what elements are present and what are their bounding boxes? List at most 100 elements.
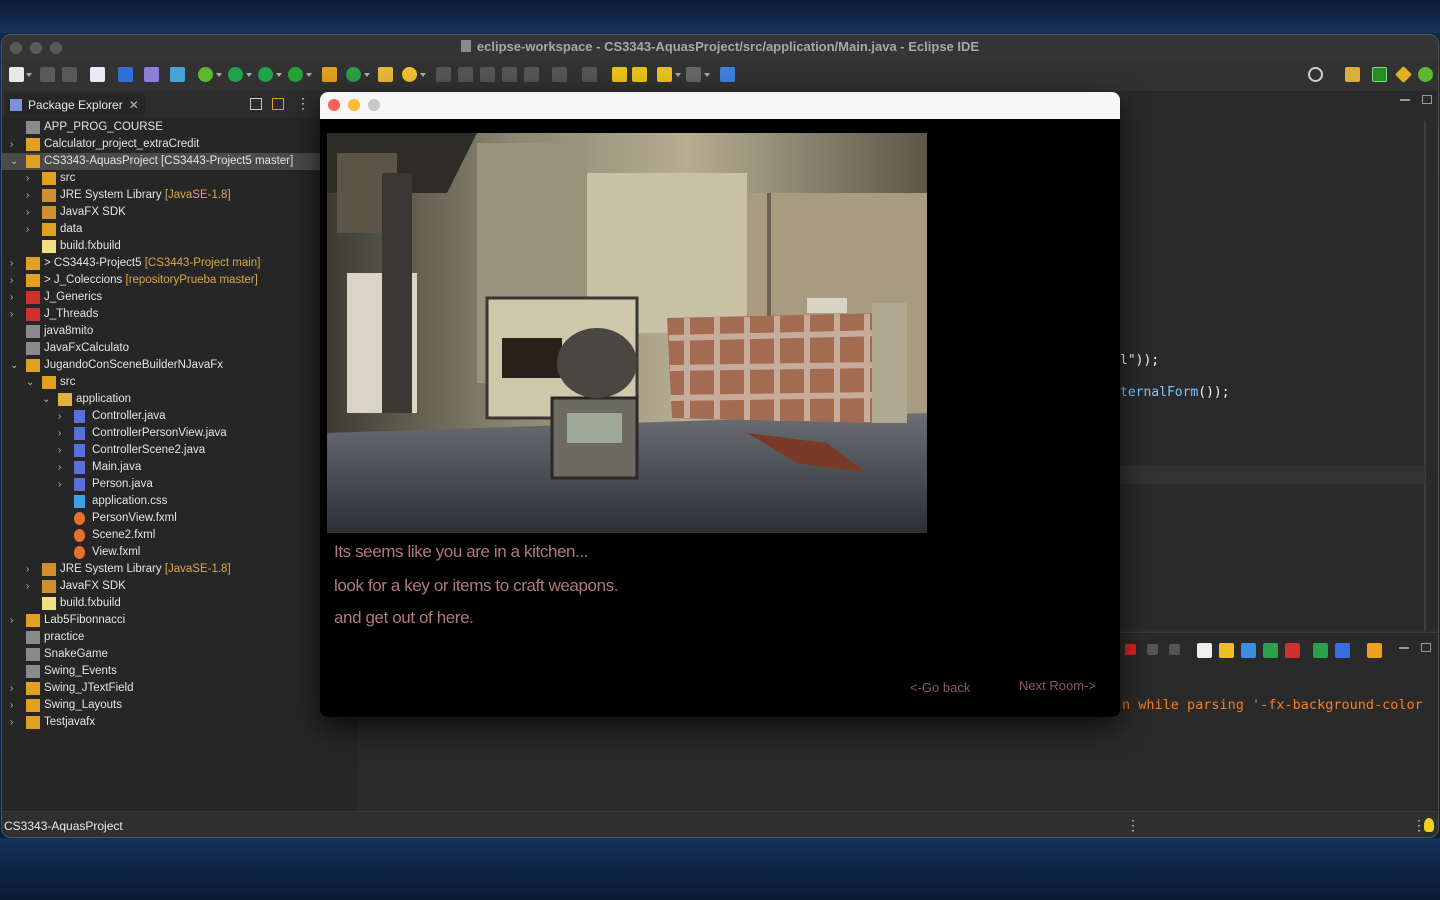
tree-item[interactable]: build.fxbuild (2, 595, 358, 612)
chevron-right-icon[interactable]: › (58, 476, 68, 493)
word-wrap-icon[interactable] (480, 67, 495, 82)
chevron-right-icon[interactable]: › (10, 697, 20, 714)
maximize-editor-icon[interactable] (1422, 95, 1432, 104)
java-perspective-icon[interactable] (1372, 67, 1387, 82)
chevron-down-icon[interactable]: ⌄ (10, 357, 20, 374)
tree-item[interactable]: › Controller.java (2, 408, 358, 425)
tree-item[interactable]: › J_Threads (2, 306, 358, 323)
chevron-right-icon[interactable]: › (10, 714, 20, 731)
terminal-icon[interactable] (118, 67, 133, 82)
coverage-run-icon[interactable] (258, 67, 273, 82)
minimize-console-icon[interactable] (1399, 647, 1409, 649)
tree-item[interactable]: Swing_Events (2, 663, 358, 680)
tree-item[interactable]: java8mito (2, 323, 358, 340)
show-on-error-icon[interactable] (1285, 643, 1300, 658)
chevron-right-icon[interactable]: › (10, 680, 20, 697)
forward-arrow-icon[interactable] (686, 67, 701, 82)
close-window-button[interactable] (10, 42, 22, 54)
new-java-project-icon[interactable] (322, 67, 337, 82)
tree-item[interactable]: › Person.java (2, 476, 358, 493)
chevron-right-icon[interactable]: › (10, 289, 20, 306)
chevron-right-icon[interactable]: › (26, 204, 36, 221)
chevron-right-icon[interactable]: › (26, 170, 36, 187)
close-tab-icon[interactable]: ✕ (129, 98, 139, 112)
remove-launch-icon[interactable] (1147, 644, 1158, 655)
skip-breakpoints-icon[interactable] (144, 67, 159, 82)
pin-console-icon[interactable] (1313, 643, 1328, 658)
prev-annotation-icon[interactable] (582, 67, 597, 82)
chevron-right-icon[interactable]: › (10, 272, 20, 289)
open-task-icon[interactable] (378, 67, 393, 82)
chevron-right-icon[interactable]: › (26, 578, 36, 595)
search-icon[interactable] (402, 67, 417, 82)
coverage-dropdown-icon[interactable] (276, 73, 282, 77)
link-with-editor-icon[interactable] (272, 98, 284, 110)
tree-item[interactable]: Scene2.fxml (2, 527, 358, 544)
word-wrap-console-icon[interactable] (1241, 643, 1256, 658)
tree-item[interactable]: › Testjavafx (2, 714, 358, 731)
zoom-window-button[interactable] (368, 99, 380, 111)
next-room-button[interactable]: Next Room-> (1019, 678, 1096, 693)
close-window-button[interactable] (328, 99, 340, 111)
open-console-icon[interactable] (1367, 643, 1382, 658)
minimize-editor-icon[interactable] (1400, 99, 1410, 101)
tree-item[interactable]: practice (2, 629, 358, 646)
open-type-icon[interactable] (90, 67, 105, 82)
tree-item[interactable]: › J_Generics (2, 289, 358, 306)
terminate-icon[interactable] (1125, 644, 1136, 655)
git-perspective-icon[interactable] (1395, 66, 1412, 83)
tree-item[interactable]: application.css (2, 493, 358, 510)
zoom-window-button[interactable] (50, 42, 62, 54)
code-line[interactable]: l")); (1120, 353, 1159, 368)
last-edit-icon[interactable] (612, 67, 627, 82)
tree-item[interactable]: › Main.java (2, 459, 358, 476)
external-tools-icon[interactable] (288, 67, 303, 82)
tree-item[interactable]: ⌄ application (2, 391, 358, 408)
tree-item[interactable]: ⌄ JugandoConSceneBuilderNJavaFx (2, 357, 358, 374)
chevron-right-icon[interactable]: › (10, 136, 20, 153)
run-dropdown-icon[interactable] (246, 73, 252, 77)
run-icon[interactable] (228, 67, 243, 82)
chevron-down-icon[interactable]: ⌄ (26, 374, 36, 391)
highlight-icon[interactable] (458, 67, 473, 82)
chevron-down-icon[interactable]: ⌄ (10, 153, 20, 170)
code-line[interactable]: ternalForm()); (1120, 385, 1230, 400)
search-dropdown-icon[interactable] (420, 73, 426, 77)
lightbulb-icon[interactable] (1424, 818, 1434, 832)
debug-dropdown-icon[interactable] (216, 73, 222, 77)
tree-item[interactable]: › ControllerPersonView.java (2, 425, 358, 442)
tree-item[interactable]: › JRE System Library [JavaSE-1.8] (2, 561, 358, 578)
minimize-window-button[interactable] (348, 99, 360, 111)
open-perspective-icon[interactable] (1345, 67, 1360, 82)
chevron-right-icon[interactable]: › (10, 306, 20, 323)
debug-perspective-icon[interactable] (1418, 67, 1433, 82)
next-annotation-icon[interactable] (552, 67, 567, 82)
editor-scrollbar[interactable] (1424, 121, 1426, 631)
tree-item[interactable]: › JavaFX SDK (2, 578, 358, 595)
tab-package-explorer[interactable]: Package Explorer ✕ (6, 94, 145, 116)
tree-item[interactable]: APP_PROG_COURSE (2, 119, 358, 136)
collapse-all-icon[interactable] (250, 98, 262, 110)
forward-dropdown-icon[interactable] (704, 73, 710, 77)
toggle-mark-icon[interactable] (436, 67, 451, 82)
pin-editor-icon[interactable] (720, 67, 735, 82)
forward-edit-icon[interactable] (632, 67, 647, 82)
chevron-right-icon[interactable]: › (26, 561, 36, 578)
tree-item[interactable]: › > CS3443-Project5 [CS3443-Project main] (2, 255, 358, 272)
display-console-icon[interactable] (1335, 643, 1350, 658)
tree-item[interactable]: › > J_Coleccions [repositoryPrueba master… (2, 272, 358, 289)
tree-item[interactable]: › ControllerScene2.java (2, 442, 358, 459)
tree-item[interactable]: › Swing_Layouts (2, 697, 358, 714)
show-whitespace-icon[interactable] (524, 67, 539, 82)
minimize-window-button[interactable] (30, 42, 42, 54)
back-dropdown-icon[interactable] (675, 73, 681, 77)
scroll-lock-icon[interactable] (1219, 643, 1234, 658)
clear-console-icon[interactable] (1197, 643, 1212, 658)
tree-item[interactable]: ⌄ src (2, 374, 358, 391)
external-tools-dropdown-icon[interactable] (306, 73, 312, 77)
status-menu-icon[interactable]: ⋮ (1126, 817, 1140, 834)
save-all-icon[interactable] (62, 67, 77, 82)
tree-item[interactable]: › data (2, 221, 358, 238)
chevron-right-icon[interactable]: › (58, 442, 68, 459)
tree-item[interactable]: › JRE System Library [JavaSE-1.8] (2, 187, 358, 204)
